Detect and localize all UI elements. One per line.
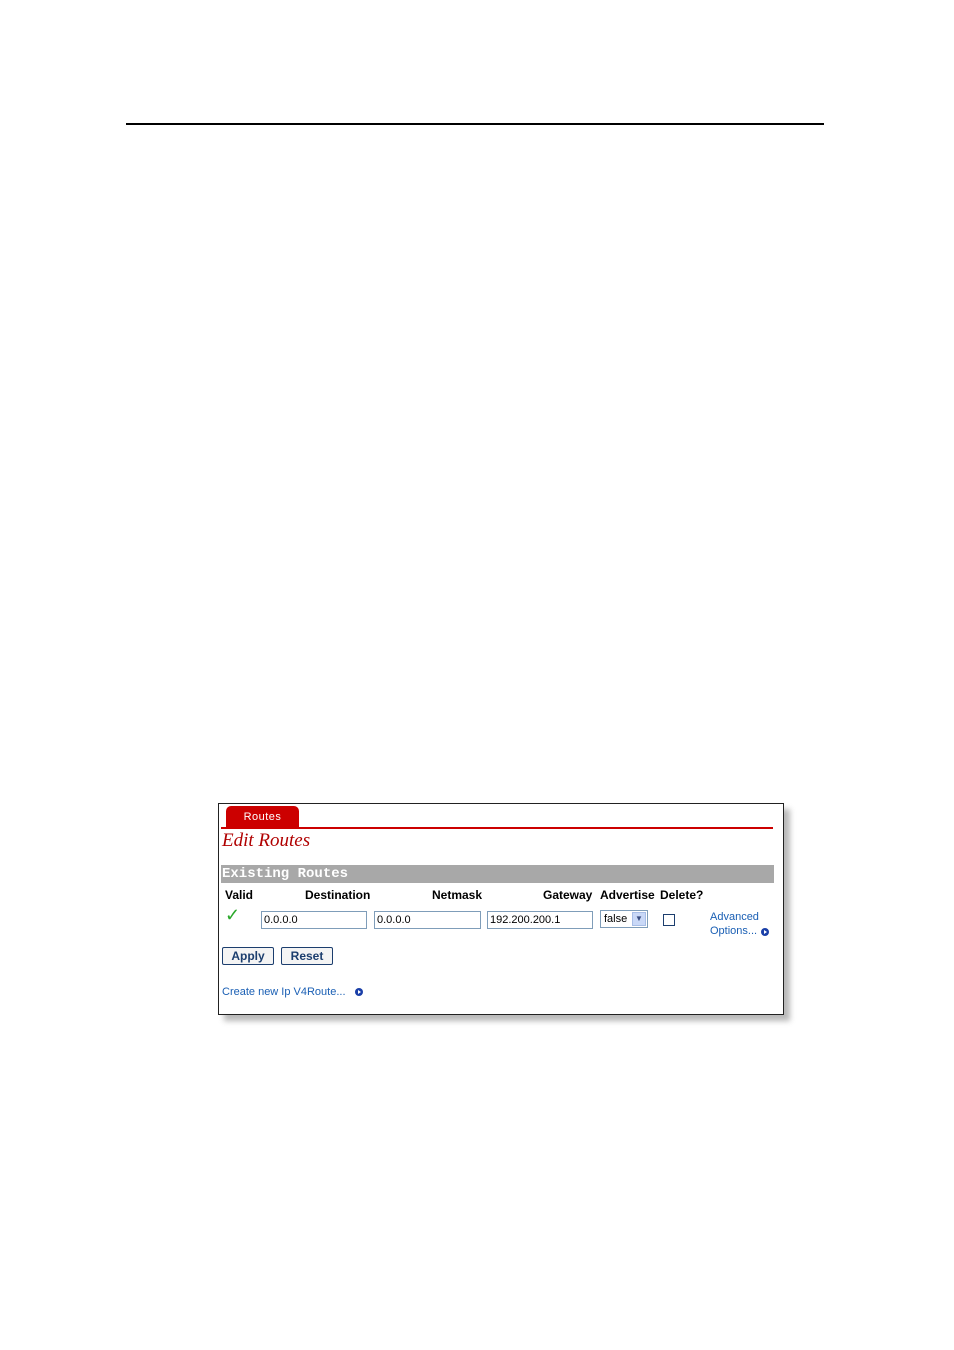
page-title: Edit Routes	[222, 830, 311, 851]
advanced-options-line1: Advanced	[710, 911, 759, 923]
destination-input[interactable]	[261, 911, 367, 929]
reset-button[interactable]: Reset	[281, 947, 333, 965]
advanced-options-link[interactable]: Advanced Options...	[710, 910, 759, 938]
header-rule	[126, 123, 824, 125]
advanced-options-line2: Options...	[710, 925, 758, 937]
routes-window: Routes Edit Routes Existing Routes Valid…	[218, 803, 784, 1015]
column-header-gateway: Gateway	[543, 888, 593, 902]
gateway-input[interactable]	[487, 911, 593, 929]
advertise-select-value: false	[604, 913, 628, 925]
column-header-advertise: Advertise	[600, 888, 655, 902]
advertise-select[interactable]: false ▼	[600, 910, 648, 928]
netmask-input[interactable]	[374, 911, 481, 929]
arrow-circle-icon[interactable]	[355, 988, 363, 996]
delete-checkbox[interactable]	[663, 914, 675, 926]
section-header: Existing Routes	[221, 865, 774, 883]
chevron-down-icon[interactable]: ▼	[632, 912, 646, 926]
column-header-destination: Destination	[305, 888, 371, 902]
apply-button[interactable]: Apply	[222, 947, 274, 965]
check-icon: ✓	[225, 905, 241, 925]
column-header-netmask: Netmask	[432, 888, 483, 902]
column-header-delete: Delete?	[660, 888, 704, 902]
tab-routes[interactable]: Routes	[226, 806, 299, 828]
screenshot-figure: Routes Edit Routes Existing Routes Valid…	[218, 803, 790, 1021]
column-header-valid: Valid	[225, 888, 254, 902]
tab-underline	[221, 827, 773, 829]
create-route-link[interactable]: Create new Ip V4Route...	[222, 986, 346, 998]
arrow-circle-icon[interactable]	[761, 928, 769, 936]
